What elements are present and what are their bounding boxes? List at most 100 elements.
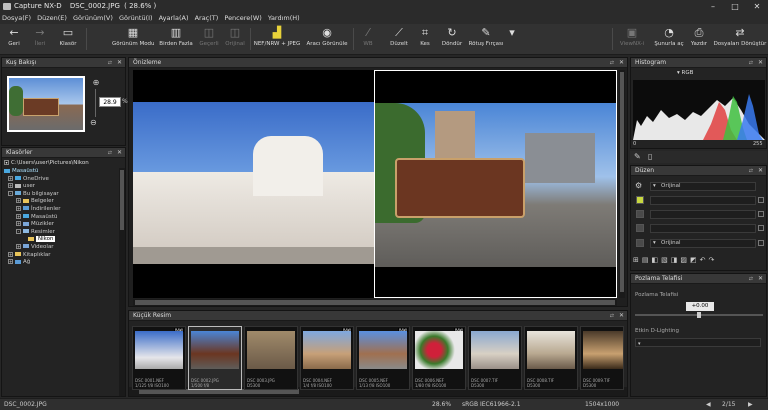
tree-item-pictures[interactable]: - Resimler xyxy=(4,228,114,237)
thumbnail[interactable]: DSC 0003.JPG D5300 xyxy=(244,326,298,390)
left-image-frame[interactable] xyxy=(133,70,375,298)
preset-select[interactable]: ▾ Orijinal xyxy=(650,182,756,191)
zoom-in-icon[interactable]: ⊕ xyxy=(90,78,102,87)
menu-image[interactable]: Görüntü(I) xyxy=(119,14,153,22)
thumbnail-selected[interactable]: DSC 0002.JPG 1/500 f/8 xyxy=(188,326,242,390)
expand-icon[interactable]: + xyxy=(16,221,21,227)
menu-view[interactable]: Görünüm(V) xyxy=(73,14,113,22)
scrollbar-thumb[interactable] xyxy=(135,300,615,305)
gear-icon[interactable]: ⚙ xyxy=(635,181,642,190)
panel-close-icon[interactable]: ✕ xyxy=(758,166,763,176)
preview-vscrollbar[interactable] xyxy=(619,70,625,298)
row-checkbox[interactable] xyxy=(758,211,764,217)
tool-icon[interactable]: ▧ xyxy=(661,256,671,264)
zoom-slider-track[interactable] xyxy=(95,89,96,117)
tree-item-videos[interactable]: + Videolar xyxy=(4,243,114,252)
preview-hscrollbar[interactable] xyxy=(133,299,617,306)
toolbar-more-button[interactable]: ▾ xyxy=(508,25,516,54)
panel-pin-icon[interactable]: ⇄ xyxy=(610,58,614,68)
panel-close-icon[interactable]: ✕ xyxy=(619,58,624,68)
tree-item-documents[interactable]: + Belgeler xyxy=(4,198,114,206)
tab-info-icon[interactable]: ▯ xyxy=(648,152,652,161)
current-button[interactable]: ◫ Geçerli xyxy=(197,25,221,54)
rotate-button[interactable]: ↻ Döndür xyxy=(439,25,465,54)
picture-control-checkbox[interactable] xyxy=(636,224,644,232)
tool-icon[interactable]: ⊞ xyxy=(633,256,642,264)
panel-close-icon[interactable]: ✕ xyxy=(117,58,122,68)
menu-window[interactable]: Pencere(W) xyxy=(224,14,261,22)
tree-item-user[interactable]: + user xyxy=(4,183,114,191)
close-button[interactable]: ✕ xyxy=(746,0,768,13)
crop-button[interactable]: ⌗ Kes xyxy=(414,25,436,54)
redo-icon[interactable]: ↷ xyxy=(709,256,718,264)
menu-adjust[interactable]: Ayarla(A) xyxy=(159,14,189,22)
tree-item-desktop[interactable]: Masaüstü xyxy=(4,168,114,176)
tab-adjust-icon[interactable]: ✎ xyxy=(634,152,641,161)
expand-icon[interactable]: + xyxy=(8,251,13,257)
thumbnail[interactable]: DSC 0007.TIF D5300 xyxy=(468,326,522,390)
panel-pin-icon[interactable]: ⇄ xyxy=(749,274,753,284)
expand-icon[interactable]: - xyxy=(16,228,21,234)
straighten-button[interactable]: ⟋ Düzelt xyxy=(386,25,412,54)
wb-checkbox[interactable] xyxy=(636,210,644,218)
prev-image-button[interactable]: ◀ xyxy=(706,399,711,410)
open-with-button[interactable]: ◔ Şunurla aç xyxy=(652,25,686,54)
expand-icon[interactable]: + xyxy=(16,205,21,211)
tool-icon[interactable]: ▤ xyxy=(642,256,652,264)
expand-icon[interactable]: + xyxy=(8,259,13,265)
tool-icon[interactable]: ◧ xyxy=(652,256,662,264)
thumbnail[interactable]: RAW DSC 0004.NEF 1/4 f/8 ISO100 xyxy=(300,326,354,390)
thumbnail[interactable]: RAW DSC 0001.NEF 1/125 f/8 ISO100 xyxy=(132,326,186,390)
slider-thumb[interactable] xyxy=(697,312,701,318)
panel-close-icon[interactable]: ✕ xyxy=(758,274,763,284)
convert-files-button[interactable]: ⇄ Dosyaları Dönüştür xyxy=(713,25,767,54)
expand-icon[interactable]: + xyxy=(8,183,13,189)
folder-button[interactable]: ▭ Klasör xyxy=(55,25,81,54)
tool-icon[interactable]: ◩ xyxy=(690,256,700,264)
tree-item-libraries[interactable]: + Kitaplıklar xyxy=(4,251,114,260)
birdseye-preview[interactable] xyxy=(7,76,85,132)
menu-help[interactable]: Yardım(H) xyxy=(268,14,300,22)
panel-pin-icon[interactable]: ⇄ xyxy=(108,58,112,68)
version-checkbox[interactable] xyxy=(636,239,644,247)
tree-item-desktop-2[interactable]: + Masaüstü xyxy=(4,213,114,222)
next-image-button[interactable]: ▶ xyxy=(748,399,753,410)
panel-close-icon[interactable]: ✕ xyxy=(758,58,763,68)
menu-tools[interactable]: Araç(T) xyxy=(195,14,219,22)
viewnx-button[interactable]: ▣ ViewNX-i xyxy=(617,25,647,54)
tool-icon[interactable]: ▨ xyxy=(680,256,690,264)
row-checkbox[interactable] xyxy=(758,197,764,203)
view-mode-button[interactable]: ▦ Görünüm Modu xyxy=(112,25,155,54)
panel-close-icon[interactable]: ✕ xyxy=(117,148,122,158)
adjust-select[interactable] xyxy=(650,196,756,205)
tool-icon[interactable]: ◨ xyxy=(671,256,681,264)
thumbnail[interactable]: RAW DSC 0006.NEF 1/80 f/8 ISO100 xyxy=(412,326,466,390)
tree-item-music[interactable]: + Müzikler xyxy=(4,221,114,229)
expand-icon[interactable]: + xyxy=(16,243,21,249)
panel-pin-icon[interactable]: ⇄ xyxy=(749,58,753,68)
zoom-value-field[interactable]: 28.9 xyxy=(99,97,121,107)
thumbnail[interactable]: DSC 0009.TIF D5300 xyxy=(580,326,624,390)
undo-icon[interactable]: ↶ xyxy=(700,256,709,264)
panel-close-icon[interactable]: ✕ xyxy=(619,311,624,321)
folders-scrollbar[interactable] xyxy=(119,168,125,396)
expand-icon[interactable]: + xyxy=(16,213,21,219)
tree-item-network[interactable]: + Ağ xyxy=(4,259,114,267)
version-select[interactable]: ▾ Orijinal xyxy=(650,239,756,248)
tree-item-this-pc[interactable]: - Bu bilgisayar xyxy=(4,190,114,199)
thumbnail[interactable]: RAW DSC 0005.NEF 1/13 f/8 ISO100 xyxy=(356,326,410,390)
dlighting-select[interactable]: ▾ xyxy=(635,338,761,347)
thumbnail[interactable]: DSC 0008.TIF D5300 xyxy=(524,326,578,390)
zoom-out-icon[interactable]: ⊖ xyxy=(90,118,97,127)
row-checkbox[interactable] xyxy=(758,240,764,246)
exposure-value-field[interactable]: +0.00 xyxy=(686,302,714,311)
tree-item-onedrive[interactable]: + OneDrive xyxy=(4,175,114,184)
panel-pin-icon[interactable]: ⇄ xyxy=(610,311,614,321)
scrollbar-thumb[interactable] xyxy=(620,72,624,292)
row-checkbox[interactable] xyxy=(758,225,764,231)
scrollbar-thumb[interactable] xyxy=(120,170,124,230)
enable-checkbox[interactable] xyxy=(636,196,644,204)
tree-item-nikon[interactable]: Nikon xyxy=(4,236,114,244)
panel-pin-icon[interactable]: ⇄ xyxy=(108,148,112,158)
retouch-brush-button[interactable]: ✎ Rötuş Fırçası xyxy=(466,25,506,54)
